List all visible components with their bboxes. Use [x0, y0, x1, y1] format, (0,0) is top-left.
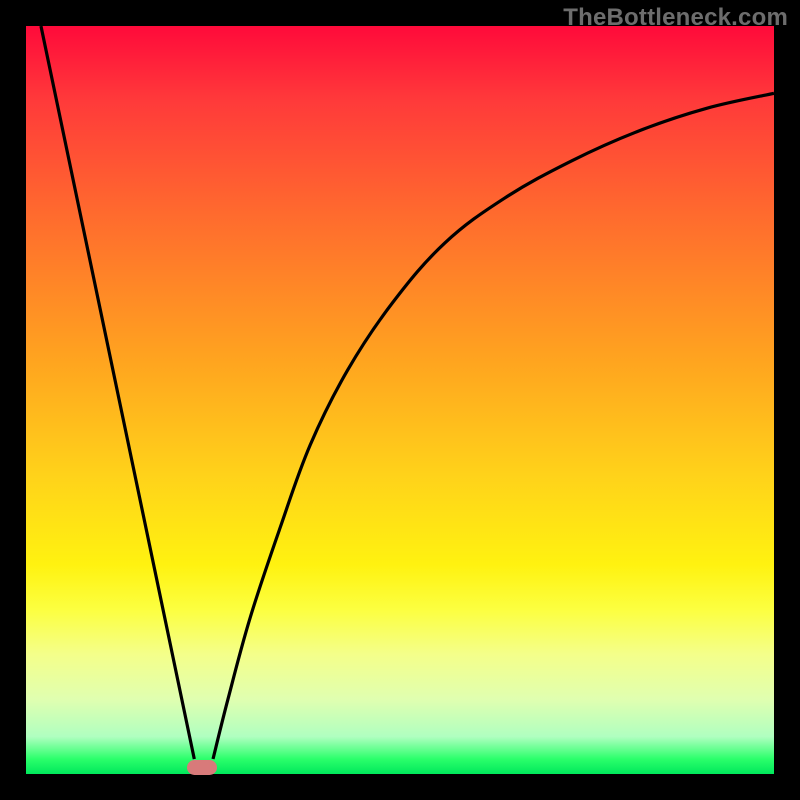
chart-plot-area — [26, 26, 774, 774]
curve-path — [41, 26, 774, 759]
optimal-marker — [187, 760, 217, 775]
chart-frame: TheBottleneck.com — [0, 0, 800, 800]
watermark-text: TheBottleneck.com — [563, 4, 788, 32]
bottleneck-curve — [26, 26, 774, 774]
